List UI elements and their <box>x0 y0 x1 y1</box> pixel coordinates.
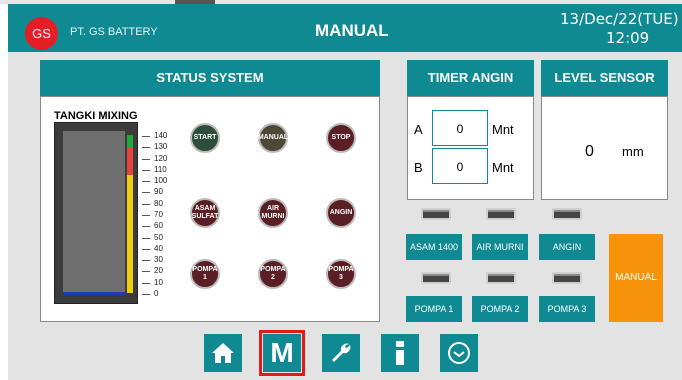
scale-tick-label: 60 <box>154 221 163 231</box>
pompa-3-indicator-lamp <box>552 272 582 284</box>
start-indicator[interactable]: START <box>190 123 220 153</box>
tank-mixing-gauge <box>54 122 138 304</box>
hmi-screen: GS PT. GS BATTERY MANUAL 13/Dec/22(TUE) … <box>0 0 682 380</box>
timer-a-label: A <box>414 122 423 137</box>
level-sensor-panel <box>541 96 668 200</box>
scale-tick-label: 130 <box>154 142 168 152</box>
timer-b-input[interactable]: 0 <box>432 148 488 184</box>
scale-tick-label: 90 <box>154 187 163 197</box>
scale-tick-label: 30 <box>154 255 163 265</box>
scale-tick-label: 40 <box>154 243 163 253</box>
scale-tick-label: 140 <box>154 131 168 140</box>
angin-indicator-lamp <box>552 208 582 220</box>
wrench-icon <box>332 343 351 362</box>
timer-angin-title: TIMER ANGIN <box>407 60 534 96</box>
air-murni-indicator-lamp <box>486 208 516 220</box>
scale-tick <box>142 181 150 183</box>
level-bar-yellow <box>127 175 133 293</box>
scale-tick-label: 110 <box>154 164 167 174</box>
level-bar-red <box>127 147 133 175</box>
pompa-3-button[interactable]: POMPA 3 <box>539 296 595 322</box>
pompa-2-indicator-lamp <box>486 272 516 284</box>
tank-body <box>63 131 125 295</box>
air-murni-indicator[interactable]: AIR MURNI <box>258 198 288 228</box>
pompa-1-indicator-lamp <box>421 272 451 284</box>
scale-tick-label: 120 <box>154 153 168 163</box>
angin-indicator[interactable]: ANGIN <box>326 198 356 228</box>
scale-tick <box>142 147 150 149</box>
pompa-2-indicator[interactable]: POMPA 2 <box>258 259 288 289</box>
info-icon <box>396 341 404 365</box>
scale-tick <box>142 248 150 250</box>
scale-tick-label: 10 <box>154 277 163 287</box>
scale-tick <box>142 169 150 171</box>
pompa-2-button[interactable]: POMPA 2 <box>472 296 528 322</box>
scale-tick-label: 0 <box>154 289 159 298</box>
pompa-3-indicator[interactable]: POMPA 3 <box>326 259 356 289</box>
scale-tick-label: 70 <box>154 210 163 219</box>
asam-indicator-lamp <box>421 208 451 220</box>
time-display: 12:09 <box>606 29 650 47</box>
scale-tick <box>142 226 150 228</box>
timer-b-unit: Mnt <box>492 160 514 175</box>
timer-b-label: B <box>414 160 423 175</box>
manual-mode-button[interactable]: MANUAL <box>609 234 663 322</box>
level-value: 0 <box>585 143 594 160</box>
scale-tick <box>142 260 150 262</box>
level-unit: mm <box>622 144 644 159</box>
tank-level-fill <box>63 292 125 295</box>
scale-tick <box>142 136 150 137</box>
timer-a-input[interactable]: 0 <box>432 110 488 146</box>
timer-a-unit: Mnt <box>492 122 514 137</box>
stop-indicator[interactable]: STOP <box>326 123 356 153</box>
scale-tick <box>142 237 150 239</box>
scale-tick <box>142 192 150 194</box>
header-bar: GS PT. GS BATTERY MANUAL 13/Dec/22(TUE) … <box>8 4 682 52</box>
level-bar-green <box>127 135 133 147</box>
level-sensor-title: LEVEL SENSOR <box>541 60 668 96</box>
scale-tick <box>142 158 150 160</box>
scale-tick <box>142 282 150 284</box>
asam-sulfat-indicator[interactable]: ASAM SULFAT <box>190 198 220 228</box>
pompa-1-button[interactable]: POMPA 1 <box>406 296 462 322</box>
company-name: PT. GS BATTERY <box>70 26 158 38</box>
scale-tick-label: 80 <box>154 198 163 208</box>
scale-tick-label: 50 <box>154 232 163 242</box>
date-display: 13/Dec/22(TUE) <box>560 10 679 28</box>
status-system-title: STATUS SYSTEM <box>40 60 380 96</box>
nav-info-button[interactable] <box>381 334 419 372</box>
scale-tick-label: 20 <box>154 266 163 276</box>
scale-tick-label: 100 <box>154 176 168 186</box>
clock-icon <box>448 342 470 364</box>
nav-active-highlight <box>259 330 305 376</box>
scale-tick <box>142 203 150 205</box>
scale-tick <box>142 271 150 273</box>
manual-indicator[interactable]: MANUAL <box>258 123 288 153</box>
pompa-1-indicator[interactable]: POMPA 1 <box>190 259 220 289</box>
asam-1400-button[interactable]: ASAM 1400 <box>406 234 462 260</box>
tank-scale: 140 130 120 110 100 90 80 70 60 50 40 30 20 10 0 <box>142 122 178 304</box>
company-logo: GS <box>25 17 58 50</box>
scale-tick <box>142 294 150 295</box>
angin-button[interactable]: ANGIN <box>539 234 595 260</box>
main-area: STATUS SYSTEM TANGKI MIXING 140 130 120 110… <box>8 52 682 380</box>
nav-settings-button[interactable] <box>322 334 360 372</box>
home-icon <box>212 343 234 363</box>
nav-clock-button[interactable] <box>440 334 478 372</box>
tank-title: TANGKI MIXING <box>54 110 138 122</box>
scale-tick <box>142 215 150 216</box>
air-murni-button[interactable]: AIR MURNI <box>472 234 528 260</box>
nav-home-button[interactable] <box>204 334 242 372</box>
page-title: MANUAL <box>315 21 389 40</box>
